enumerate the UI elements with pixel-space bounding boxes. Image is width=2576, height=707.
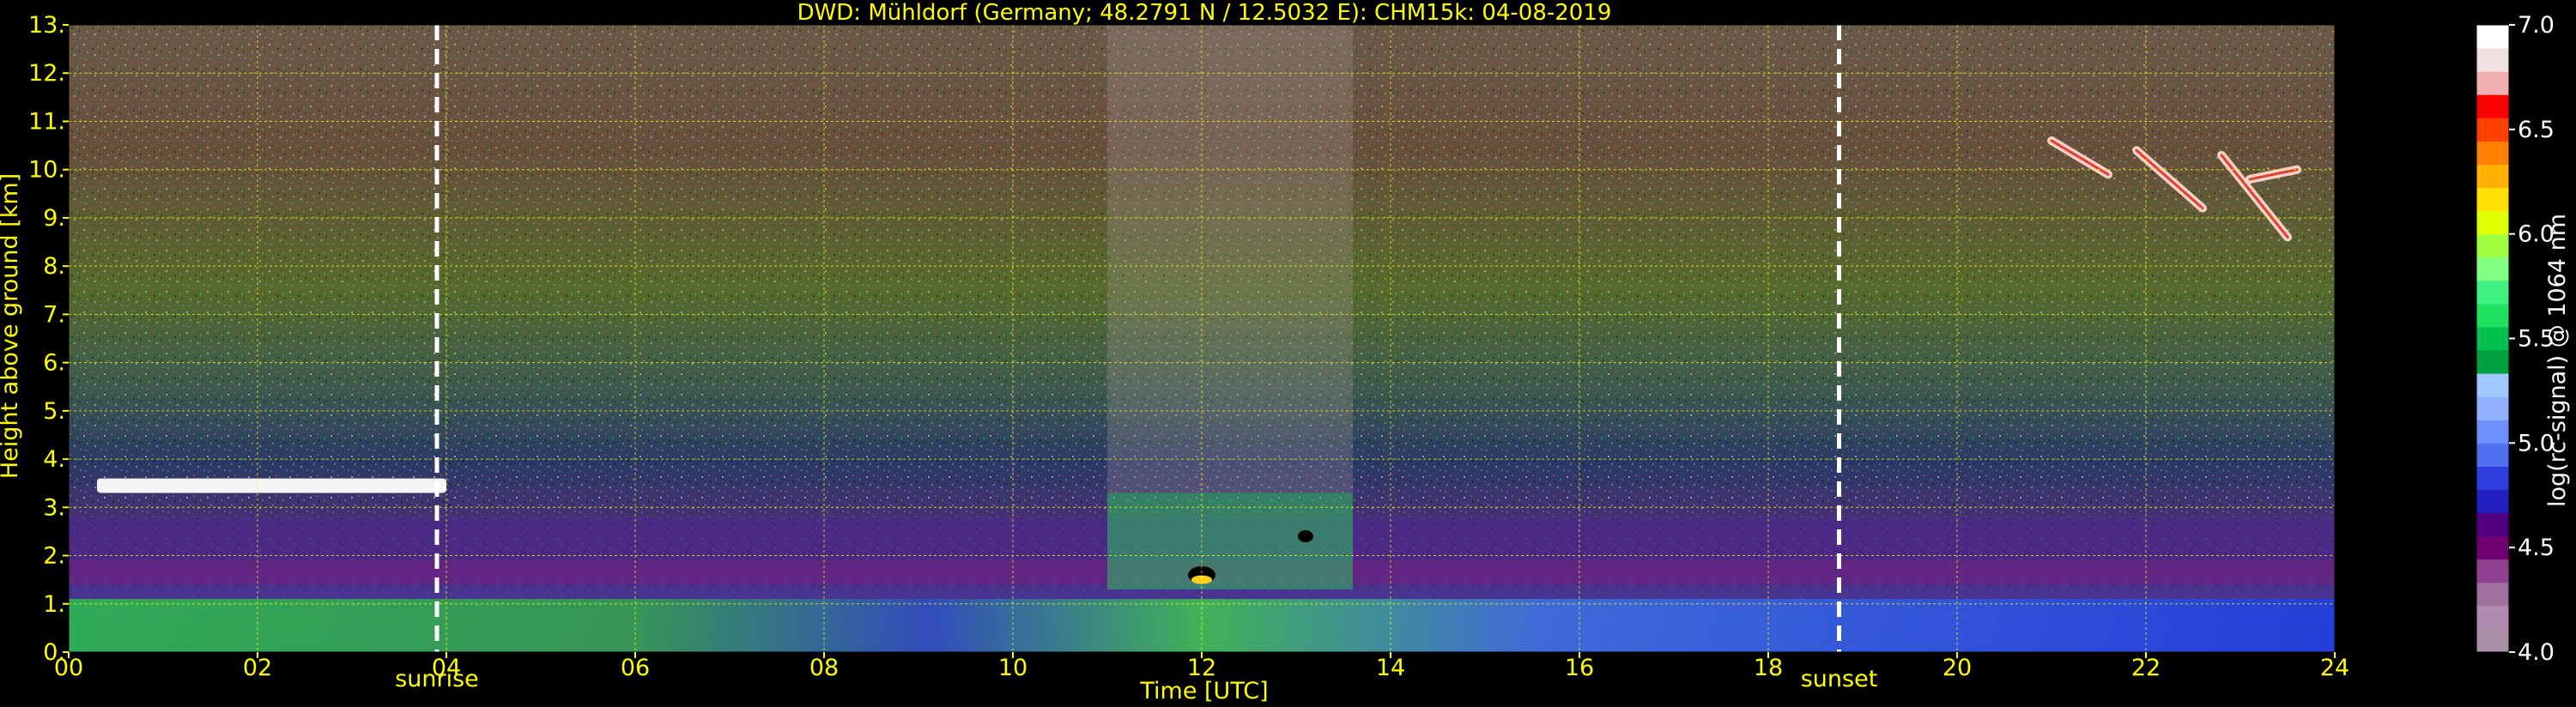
colorbar-segment xyxy=(2476,141,2509,165)
colorbar-segment xyxy=(2476,628,2509,653)
colorbar-segment xyxy=(2476,118,2509,142)
colorbar-tick-label: 4.0 xyxy=(2518,639,2555,666)
x-tick-label: 02 xyxy=(243,655,272,681)
colorbar-segment xyxy=(2476,326,2509,351)
sunset-label: sunset xyxy=(1801,666,1878,692)
plot-area xyxy=(68,24,2336,653)
colorbar-segment xyxy=(2476,164,2509,189)
lidar-chart: sunrise sunset00 02 04 06 08 10 12 14 16 18 20 22 240… xyxy=(0,0,2571,704)
y-tick-label: 4. xyxy=(43,446,65,473)
y-tick-label: 1. xyxy=(43,591,65,618)
y-tick-label: 8. xyxy=(43,253,65,280)
cloud-core xyxy=(1298,530,1313,543)
y-tick-label: 9. xyxy=(43,205,65,232)
x-tick-label: 06 xyxy=(621,655,650,681)
x-tick-label: 20 xyxy=(1943,655,1972,681)
y-tick-label: 10. xyxy=(28,157,65,184)
y-tick-label: 6. xyxy=(43,350,65,377)
y-tick-label: 7. xyxy=(43,301,65,328)
colorbar-segment xyxy=(2476,233,2509,258)
chart-title: DWD: Mühldorf (Germany; 48.2791 N / 12.5… xyxy=(797,0,1612,26)
y-tick-label: 0. xyxy=(43,639,65,666)
colorbar-tick-label: 4.5 xyxy=(2518,535,2555,561)
y-tick-label: 3. xyxy=(43,494,65,521)
colorbar-segment xyxy=(2476,489,2509,514)
colorbar-segment xyxy=(2476,25,2509,49)
y-tick-label: 13. xyxy=(28,12,65,39)
y-tick-label: 12. xyxy=(28,60,65,87)
colorbar-tick-label: 7.0 xyxy=(2518,12,2555,39)
colorbar-tick-label: 6.5 xyxy=(2518,117,2555,143)
x-tick-label: 24 xyxy=(2320,655,2349,681)
colorbar-segment xyxy=(2476,396,2509,420)
x-tick-label: 16 xyxy=(1565,655,1594,681)
x-tick-label: 18 xyxy=(1754,655,1783,681)
colorbar-segment xyxy=(2476,605,2509,630)
colorbar-segment xyxy=(2476,443,2509,467)
x-tick-label: 22 xyxy=(2131,655,2161,681)
colorbar-label: log(rc-signal) @ 1064 nm xyxy=(2544,214,2571,507)
x-axis-label: Time [UTC] xyxy=(1139,678,1268,704)
colorbar-segment xyxy=(2476,535,2509,560)
colorbar-segment xyxy=(2476,350,2509,374)
colorbar-segment xyxy=(2476,210,2509,235)
colorbar-segment xyxy=(2476,466,2509,490)
y-axis-label: Height above ground [km] xyxy=(0,173,23,479)
colorbar-segment xyxy=(2476,512,2509,537)
y-tick-label: 11. xyxy=(28,108,65,135)
colorbar-segment xyxy=(2476,71,2509,95)
colorbar-segment xyxy=(2476,373,2509,397)
x-tick-label: 08 xyxy=(809,655,839,681)
colorbar-segment xyxy=(2476,48,2509,72)
y-tick-label: 5. xyxy=(43,398,65,425)
colorbar-segment xyxy=(2476,280,2509,305)
x-tick-label: 04 xyxy=(432,655,461,681)
colorbar-segment xyxy=(2476,257,2509,281)
x-tick-label: 10 xyxy=(998,655,1027,681)
colorbar-segment xyxy=(2476,94,2509,118)
colorbar-segment xyxy=(2476,559,2509,583)
colorbar-segment xyxy=(2476,582,2509,607)
colorbar-segment xyxy=(2476,303,2509,328)
precip-streaks xyxy=(1107,25,1353,493)
x-tick-label: 14 xyxy=(1376,655,1405,681)
colorbar-segment xyxy=(2476,420,2509,444)
low-cloud-layer xyxy=(97,478,446,493)
colorbar-segment xyxy=(2476,187,2509,212)
y-tick-label: 2. xyxy=(43,543,65,570)
